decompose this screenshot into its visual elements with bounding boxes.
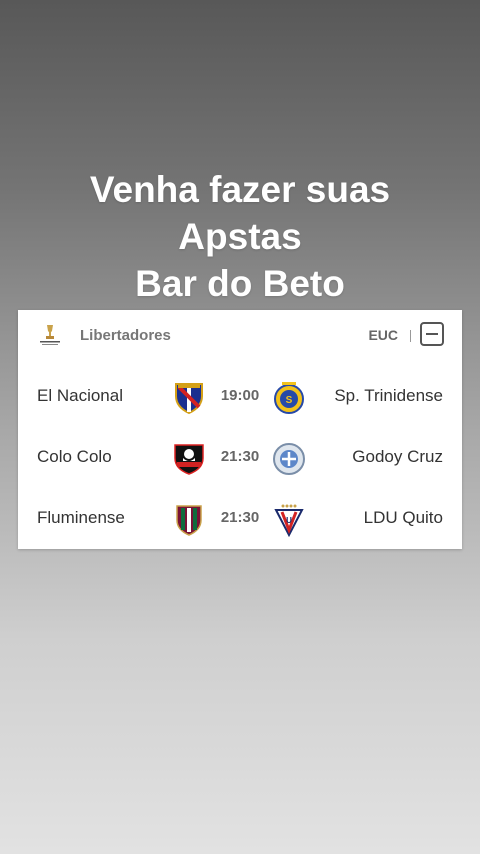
minus-square-icon[interactable] <box>420 322 444 346</box>
away-team: Godoy Cruz <box>352 447 443 466</box>
headline-line-1: Venha fazer suas <box>89 169 391 210</box>
home-team: El Nacional <box>37 386 123 405</box>
away-team: LDU Quito <box>363 508 443 527</box>
match-time: 19:00 <box>220 387 260 404</box>
libertadores-trophy-icon <box>36 323 64 347</box>
sportivo-trinidense-crest-icon: S <box>273 381 305 415</box>
league-name: Libertadores <box>80 327 171 344</box>
fixtures-card: Libertadores EUC El Nacional 19:00 S Sp.… <box>18 310 462 549</box>
region-label: EUC <box>368 327 398 343</box>
home-team: Fluminense <box>37 508 125 527</box>
home-team: Colo Colo <box>37 447 112 466</box>
svg-text:U: U <box>286 516 292 525</box>
header-divider <box>410 330 411 342</box>
match-row[interactable]: El Nacional 19:00 S Sp. Trinidense <box>18 376 462 416</box>
match-row[interactable]: Fluminense 21:30 U LDU Quito <box>18 498 462 538</box>
away-team: Sp. Trinidense <box>334 386 443 405</box>
colo-colo-crest-icon <box>173 442 205 476</box>
godoy-cruz-crest-icon <box>273 442 305 476</box>
match-time: 21:30 <box>220 509 260 526</box>
match-time: 21:30 <box>220 448 260 465</box>
ldu-quito-crest-icon: U <box>273 503 305 537</box>
match-row[interactable]: Colo Colo 21:30 Godoy Cruz <box>18 437 462 477</box>
headline-line-3: Bar do Beto <box>135 263 345 304</box>
fluminense-crest-icon <box>173 503 205 537</box>
el-nacional-crest-icon <box>173 381 205 415</box>
league-header[interactable]: Libertadores EUC <box>18 310 462 360</box>
promo-headline: Venha fazer suas Apstas Bar do Beto <box>0 166 480 307</box>
headline-line-2: Apstas <box>178 216 302 257</box>
svg-text:S: S <box>286 395 293 406</box>
